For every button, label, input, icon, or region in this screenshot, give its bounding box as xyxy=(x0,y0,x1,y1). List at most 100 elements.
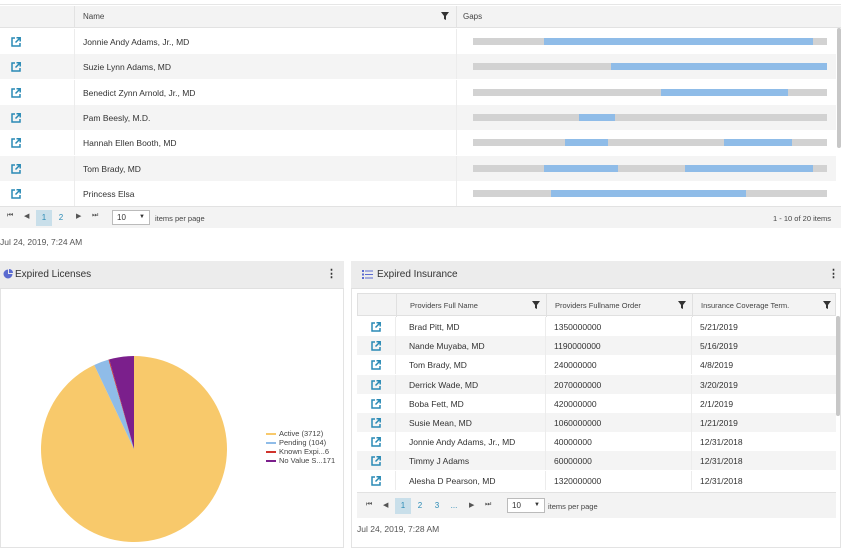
more-pages-button[interactable]: ... xyxy=(446,498,462,514)
column-header-name[interactable]: Name xyxy=(83,12,104,21)
page-size-select[interactable]: 10 ▼ xyxy=(112,210,150,225)
next-page-icon[interactable]: ▶ xyxy=(469,501,474,509)
last-page-icon[interactable]: ⏭ xyxy=(92,212,98,220)
gap-timeline-bar xyxy=(473,38,827,45)
external-link-icon[interactable] xyxy=(11,87,21,98)
gap-segment xyxy=(685,164,813,172)
filter-icon[interactable] xyxy=(678,301,686,309)
column-divider xyxy=(456,180,457,206)
last-page-icon[interactable]: ⏭ xyxy=(485,501,491,509)
card-title: Expired Insurance xyxy=(377,269,458,280)
external-link-icon[interactable] xyxy=(371,341,381,351)
external-link-icon[interactable] xyxy=(11,112,21,123)
column-divider xyxy=(691,413,692,432)
column-divider xyxy=(456,6,457,28)
external-link-icon[interactable] xyxy=(11,37,21,47)
column-header-full-name[interactable]: Providers Full Name xyxy=(410,301,478,310)
column-divider xyxy=(545,470,546,490)
legend-item: Known Expi...6 xyxy=(266,447,335,456)
prev-page-icon[interactable]: ◀ xyxy=(383,501,388,509)
external-link-icon[interactable] xyxy=(371,456,381,467)
pager-info: 1 - 10 of 20 items xyxy=(773,214,831,223)
vertical-scrollbar[interactable] xyxy=(836,316,840,416)
coverage-term: 3/20/2019 xyxy=(700,379,738,390)
column-divider xyxy=(456,104,457,130)
table-row[interactable]: Susie Mean, MD 1060000000 1/21/2019 xyxy=(357,413,836,432)
external-link-icon[interactable] xyxy=(371,475,381,486)
column-divider xyxy=(691,336,692,356)
coverage-term: 12/31/2018 xyxy=(700,437,743,448)
table-row[interactable]: Pam Beesly, M.D. xyxy=(0,104,836,130)
external-link-icon[interactable] xyxy=(11,62,21,73)
column-header-coverage-term[interactable]: Insurance Coverage Term. xyxy=(701,301,789,310)
table-row[interactable]: Brad Pitt, MD 1350000000 5/21/2019 xyxy=(357,317,836,336)
table-row[interactable]: Jonnie Andy Adams, Jr., MD 40000000 12/31/… xyxy=(357,432,836,452)
next-page-icon[interactable]: ▶ xyxy=(76,212,81,220)
column-divider xyxy=(456,155,457,181)
table-row[interactable]: Jonnie Andy Adams, Jr., MD xyxy=(0,29,836,54)
column-divider xyxy=(395,470,396,490)
column-divider xyxy=(691,470,692,490)
table-row[interactable]: Princess Elsa xyxy=(0,180,836,206)
gap-segment xyxy=(579,113,615,121)
external-link-icon[interactable] xyxy=(11,138,21,148)
external-link-icon[interactable] xyxy=(371,379,381,390)
column-divider xyxy=(545,432,546,452)
table-row[interactable]: Derrick Wade, MD 2070000000 3/20/2019 xyxy=(357,374,836,394)
table-row[interactable]: Nande Muyaba, MD 1190000000 5/16/2019 xyxy=(357,336,836,356)
column-header-gaps[interactable]: Gaps xyxy=(463,12,482,21)
timestamp: Jul 24, 2019, 7:28 AM xyxy=(357,524,440,534)
table-row[interactable]: Suzie Lynn Adams, MD xyxy=(0,54,836,80)
more-options-icon[interactable]: ⋮ xyxy=(828,267,839,280)
column-divider xyxy=(74,6,75,28)
column-divider xyxy=(395,451,396,471)
coverage-term: 12/31/2018 xyxy=(700,456,743,467)
page-button-2[interactable]: 2 xyxy=(412,498,428,514)
provider-full-name: Brad Pitt, MD xyxy=(409,322,460,332)
table-row[interactable]: Benedict Zynn Arnold, Jr., MD xyxy=(0,79,836,105)
column-divider xyxy=(74,29,75,54)
column-divider xyxy=(691,355,692,375)
provider-name: Jonnie Andy Adams, Jr., MD xyxy=(83,37,190,47)
coverage-term: 1/21/2019 xyxy=(700,418,738,428)
table-row[interactable]: Boba Fett, MD 420000000 2/1/2019 xyxy=(357,393,836,413)
table-row[interactable]: Tom Brady, MD 240000000 4/8/2019 xyxy=(357,355,836,375)
prev-page-icon[interactable]: ◀ xyxy=(24,212,29,220)
filter-icon[interactable] xyxy=(823,301,831,309)
column-divider xyxy=(545,355,546,375)
column-divider xyxy=(74,104,75,130)
external-link-icon[interactable] xyxy=(371,418,381,428)
page-button-1[interactable]: 1 xyxy=(36,210,52,226)
page-button-1[interactable]: 1 xyxy=(395,498,411,514)
first-page-icon[interactable]: ⏮ xyxy=(366,501,372,509)
external-link-icon[interactable] xyxy=(371,322,381,332)
coverage-term: 5/21/2019 xyxy=(700,322,738,332)
page-button-2[interactable]: 2 xyxy=(53,210,69,226)
filter-icon[interactable] xyxy=(532,301,540,309)
page-size-select[interactable]: 10 ▼ xyxy=(507,498,545,513)
more-options-icon[interactable]: ⋮ xyxy=(326,267,337,280)
external-link-icon[interactable] xyxy=(371,398,381,409)
table-row[interactable]: Alesha D Pearson, MD 1320000000 12/31/2018 xyxy=(357,470,836,490)
insurance-grid-header: Providers Full Name Providers Fullname O… xyxy=(357,293,836,317)
vertical-scrollbar[interactable] xyxy=(837,28,841,148)
gap-timeline-bar xyxy=(473,113,827,121)
legend-label: Pending (104) xyxy=(279,438,327,447)
external-link-icon[interactable] xyxy=(11,188,21,199)
table-row[interactable]: Timmy J Adams 60000000 12/31/2018 xyxy=(357,451,836,471)
grid-header xyxy=(0,6,841,28)
table-row[interactable]: Hannah Ellen Booth, MD xyxy=(0,130,836,156)
provider-fullname-order: 2070000000 xyxy=(554,379,602,390)
items-per-page-label: items per page xyxy=(155,214,205,223)
table-row[interactable]: Tom Brady, MD xyxy=(0,155,836,181)
external-link-icon[interactable] xyxy=(371,360,381,371)
column-divider xyxy=(692,294,693,317)
page-button-3[interactable]: 3 xyxy=(429,498,445,514)
first-page-icon[interactable]: ⏮ xyxy=(7,212,13,220)
column-header-fullname-order[interactable]: Providers Fullname Order xyxy=(555,301,641,310)
external-link-icon[interactable] xyxy=(11,163,21,174)
filter-icon[interactable] xyxy=(441,12,449,20)
external-link-icon[interactable] xyxy=(371,437,381,447)
legend-swatch xyxy=(266,433,276,435)
column-divider xyxy=(456,29,457,54)
